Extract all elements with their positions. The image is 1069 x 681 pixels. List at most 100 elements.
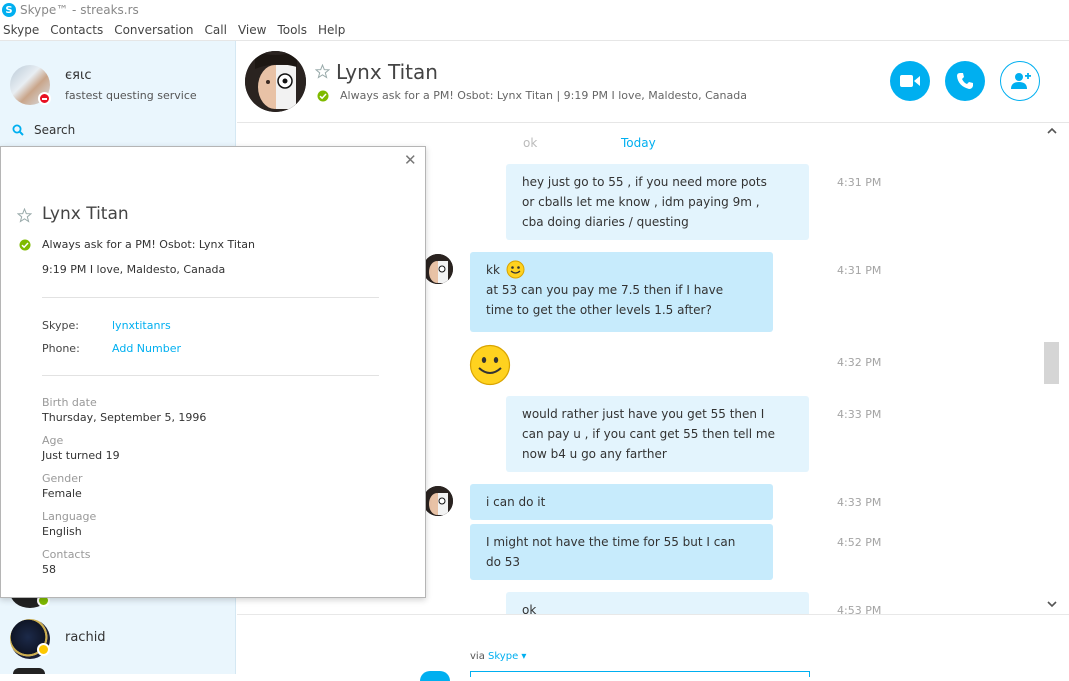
profile-name: Lynx Titan — [42, 204, 129, 224]
age-value: Just turned 19 — [42, 449, 120, 462]
my-avatar-small — [420, 671, 450, 681]
message-line: can pay u , if you cant get 55 then tell… — [522, 427, 775, 441]
menu-contacts[interactable]: Contacts — [47, 23, 111, 37]
search-icon — [12, 124, 24, 136]
avatar-face-icon — [423, 254, 453, 284]
message-line: I might not have the time for 55 but I c… — [486, 535, 736, 549]
message-timestamp: 4:33 PM — [837, 496, 882, 509]
message-text: kk — [486, 263, 500, 277]
conversation-header: Lynx Titan Always ask for a PM! Osbot: L… — [237, 41, 1069, 123]
contact-name: rachid — [65, 630, 106, 645]
video-call-button[interactable] — [890, 61, 930, 101]
big-smile-emoticon-icon[interactable] — [469, 344, 511, 386]
do-not-disturb-status-icon[interactable] — [38, 92, 51, 105]
previous-message-text: ok — [523, 136, 538, 150]
language-label: Language — [42, 510, 97, 523]
gender-label: Gender — [42, 472, 83, 485]
voice-call-button[interactable] — [945, 61, 985, 101]
menu-conversation[interactable]: Conversation — [111, 23, 201, 37]
sender-avatar[interactable] — [423, 254, 453, 284]
message-line: hey just go to 55 , if you need more pot… — [522, 175, 767, 189]
birth-date-label: Birth date — [42, 396, 97, 409]
window-title: Skype™ - streaks.rs — [20, 3, 139, 17]
menu-bar: Skype Contacts Conversation Call View To… — [0, 20, 1069, 41]
online-status-icon — [19, 239, 31, 251]
menu-view[interactable]: View — [235, 23, 274, 37]
add-number-link[interactable]: Add Number — [112, 342, 181, 355]
message-timestamp: 4:33 PM — [837, 408, 882, 421]
menu-tools[interactable]: Tools — [274, 23, 315, 37]
message-line: i can do it — [486, 495, 546, 509]
message-timestamp: 4:31 PM — [837, 264, 882, 277]
gender-value: Female — [42, 487, 82, 500]
phone-label: Phone: — [42, 342, 80, 355]
menu-skype[interactable]: Skype — [0, 23, 47, 37]
menu-call[interactable]: Call — [202, 23, 235, 37]
scroll-down-icon[interactable] — [1047, 600, 1057, 608]
message-timestamp: 4:52 PM — [837, 536, 882, 549]
via-label: via — [470, 651, 485, 662]
incoming-message[interactable]: i can do it — [470, 484, 773, 520]
scroll-thumb[interactable] — [1044, 342, 1059, 384]
contact-mood-line: Always ask for a PM! Osbot: Lynx Titan |… — [340, 89, 747, 102]
away-status-icon — [37, 643, 50, 656]
message-timestamp: 4:53 PM — [837, 604, 882, 614]
message-line: ok — [522, 603, 537, 614]
search-label: Search — [34, 123, 76, 137]
my-mood-message[interactable]: fastest questing service — [65, 89, 197, 102]
message-line: would rather just have you get 55 then I — [522, 407, 765, 421]
incoming-message[interactable]: I might not have the time for 55 but I c… — [470, 524, 773, 580]
contact-avatar-large[interactable] — [245, 51, 306, 112]
outgoing-message[interactable]: would rather just have you get 55 then I… — [506, 396, 809, 472]
message-line: now b4 u go any farther — [522, 447, 667, 461]
age-label: Age — [42, 434, 64, 447]
close-icon[interactable]: ✕ — [404, 153, 417, 168]
message-timestamp: 4:32 PM — [837, 356, 882, 369]
sender-avatar[interactable] — [423, 486, 453, 516]
contact-item-rachid[interactable]: rachid — [0, 617, 236, 667]
add-person-icon — [1011, 73, 1031, 89]
message-timestamp: 4:31 PM — [837, 176, 882, 189]
message-line: do 53 — [486, 555, 521, 569]
date-separator: Today — [621, 136, 656, 150]
chevron-down-icon: ▾ — [521, 651, 527, 662]
profile-location: 9:19 PM I love, Maldesto, Canada — [42, 263, 226, 276]
message-line: kk — [486, 260, 757, 280]
incoming-message[interactable]: kk at 53 can you pay me 7.5 then if I ha… — [470, 252, 773, 332]
skype-label: Skype: — [42, 319, 79, 332]
language-value: English — [42, 525, 82, 538]
birth-date-value: Thursday, September 5, 1996 — [42, 411, 207, 424]
my-display-name[interactable]: єяιc — [65, 68, 92, 83]
online-status-icon — [317, 90, 329, 102]
favorite-star-icon[interactable] — [17, 208, 32, 223]
search-button[interactable]: Search — [12, 123, 75, 137]
message-line: at 53 can you pay me 7.5 then if I have — [486, 283, 724, 297]
outgoing-message[interactable]: ok — [506, 592, 809, 614]
via-service: Skype — [488, 651, 519, 662]
contact-avatar — [13, 668, 45, 674]
send-via-selector[interactable]: via Skype ▾ — [470, 651, 526, 662]
skype-logo-icon: S — [2, 3, 16, 17]
skype-name-link[interactable]: lynxtitanrs — [112, 319, 171, 332]
contact-profile-popup: ✕ Lynx Titan Always ask for a PM! Osbot:… — [0, 146, 426, 598]
conversation-title: Lynx Titan — [336, 60, 438, 84]
message-line: cba doing diaries / questing — [522, 215, 689, 229]
avatar-face-icon — [423, 486, 453, 516]
divider — [42, 375, 379, 376]
outgoing-message[interactable]: hey just go to 55 , if you need more pot… — [506, 164, 809, 240]
title-bar: S Skype™ - streaks.rs — [0, 0, 1069, 20]
avatar-face-icon — [245, 51, 306, 112]
add-contact-button[interactable] — [1000, 61, 1040, 101]
smile-emoticon-icon — [506, 260, 525, 279]
profile-mood: Always ask for a PM! Osbot: Lynx Titan — [42, 238, 255, 251]
message-line: time to get the other levels 1.5 after? — [486, 303, 712, 317]
scroll-up-icon[interactable] — [1047, 127, 1057, 135]
message-input[interactable] — [470, 671, 810, 677]
video-camera-icon — [900, 75, 920, 87]
favorite-star-icon[interactable] — [315, 64, 330, 79]
contacts-count-value: 58 — [42, 563, 56, 576]
message-composer: via Skype ▾ — [237, 614, 1069, 681]
menu-help[interactable]: Help — [315, 23, 353, 37]
contacts-count-label: Contacts — [42, 548, 91, 561]
divider — [42, 297, 379, 298]
